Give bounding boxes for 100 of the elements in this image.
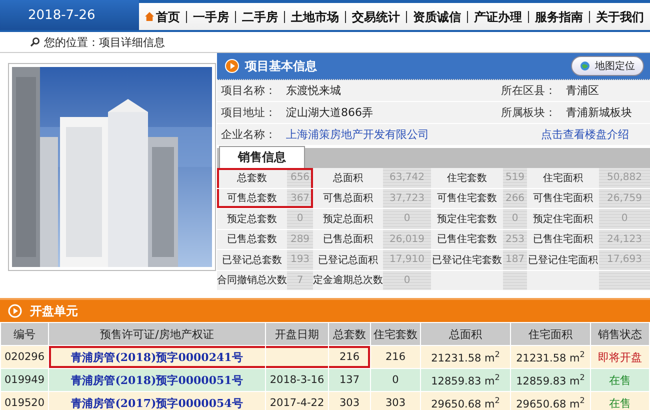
play-icon xyxy=(225,59,239,73)
table-cell: 020296 xyxy=(0,346,48,368)
search-icon xyxy=(30,37,40,47)
stat-value: 193 xyxy=(287,250,313,270)
stat-value: 289 xyxy=(287,230,313,250)
stat-label: 已售总套数 xyxy=(217,230,287,250)
stat-value: 266 xyxy=(503,188,527,209)
play-icon xyxy=(8,304,22,318)
table-cell: 019949 xyxy=(0,368,48,392)
stat-value: 0 xyxy=(287,209,313,230)
stat-label: 已登记总面积 xyxy=(313,250,383,270)
permit-link[interactable]: 青浦房管(2018)预字0000051号 xyxy=(48,368,266,392)
nav-link[interactable]: 首页 xyxy=(139,10,186,22)
stat-value: 63,742 xyxy=(383,168,431,188)
table-cell: 2017-4-22 xyxy=(266,392,328,410)
column-header: 住宅面积 xyxy=(510,322,590,346)
field-label: 所属板块： xyxy=(501,105,556,120)
stat-value: 26,019 xyxy=(383,230,431,250)
field-link[interactable]: 上海浦策房地产开发有限公司 xyxy=(286,127,429,142)
column-header: 总面积 xyxy=(420,322,510,346)
table-cell: 12859.83 m$^{2}$ xyxy=(510,368,590,392)
nav-link[interactable]: 交易统计 xyxy=(345,10,406,22)
home-icon xyxy=(145,12,154,21)
stat-label: 已登记总套数 xyxy=(217,250,287,270)
sales-status: 即将开盘 xyxy=(590,346,650,368)
nav-link[interactable]: 关于我们 xyxy=(589,10,650,22)
stat-label: 预定总面积 xyxy=(313,209,383,230)
stat-value: 37,723 xyxy=(383,188,431,209)
table-cell: 0 xyxy=(370,368,420,392)
stat-label: 已登记住宅套数 xyxy=(431,250,503,270)
stat-value: 253 xyxy=(503,230,527,250)
permit-link[interactable]: 青浦房管(2017)预字0000054号 xyxy=(48,392,266,410)
table-cell: 216 xyxy=(370,346,420,368)
stat-label: 可售总面积 xyxy=(313,188,383,209)
stat-value: 0 xyxy=(599,209,650,230)
table-cell: 303 xyxy=(328,392,370,410)
stat-label: 已登记住宅面积 xyxy=(527,250,599,270)
sales-status: 在售 xyxy=(590,368,650,392)
stat-label: 已售总面积 xyxy=(313,230,383,250)
stat-value: 656 xyxy=(287,168,313,188)
stat-label: 住宅面积 xyxy=(527,168,599,188)
stat-value: 17,910 xyxy=(383,250,431,270)
section-title: 项目基本信息 xyxy=(245,58,318,74)
stat-label: 预定总套数 xyxy=(217,209,287,230)
nav-link[interactable]: 二手房 xyxy=(235,10,284,22)
table-cell: 21231.58 m$^{2}$ xyxy=(420,346,510,368)
stat-value: 17,693 xyxy=(599,250,650,270)
field-value: 青浦新城板块 xyxy=(566,105,632,120)
column-header: 总套数 xyxy=(328,322,370,346)
stat-value: 50,882 xyxy=(599,168,650,188)
nav-link[interactable]: 一手房 xyxy=(186,10,235,22)
field-label: 企业名称： xyxy=(221,127,276,142)
column-header: 编号 xyxy=(0,322,48,346)
nav-link[interactable]: 产证办理 xyxy=(467,10,528,22)
stat-label: 总套数 xyxy=(217,168,287,188)
field-link[interactable]: 点击查看楼盘介绍 xyxy=(501,127,629,142)
stat-label: 合同撤销总次数 xyxy=(217,270,287,291)
table-cell: 2018-3-16 xyxy=(266,368,328,392)
table-cell: 019520 xyxy=(0,392,48,410)
nav-link[interactable]: 资质诚信 xyxy=(406,10,467,22)
date-label: 2018-7-26 xyxy=(28,8,96,22)
column-header: 预售许可证/房地产权证 xyxy=(48,322,266,346)
stat-value: 0 xyxy=(503,209,527,230)
tab[interactable]: 销售信息 xyxy=(219,146,305,168)
stat-label: 可售总套数 xyxy=(217,188,287,209)
stat-value: 187 xyxy=(503,250,527,270)
field-value: 青浦区 xyxy=(566,83,599,98)
table-cell: 21231.58 m$^{2}$ xyxy=(510,346,590,368)
column-header: 住宅套数 xyxy=(370,322,420,346)
table-cell: 303 xyxy=(370,392,420,410)
stat-label: 住宅套数 xyxy=(431,168,503,188)
stat-label: 预定住宅面积 xyxy=(527,209,599,230)
stat-label: 已售住宅套数 xyxy=(431,230,503,250)
map-button[interactable]: 地图定位 xyxy=(571,56,644,76)
table-cell: 12859.83 m$^{2}$ xyxy=(420,368,510,392)
table-cell: 29650.68 m$^{2}$ xyxy=(420,392,510,410)
nav-link[interactable]: 土地市场 xyxy=(284,10,345,22)
table-cell: 216 xyxy=(328,346,370,368)
table-cell: 29650.68 m$^{2}$ xyxy=(510,392,590,410)
stat-label: 预定住宅套数 xyxy=(431,209,503,230)
stat-label: 可售住宅面积 xyxy=(527,188,599,209)
stat-value: 519 xyxy=(503,168,527,188)
stat-value: 7 xyxy=(287,270,313,291)
column-header: 销售状态 xyxy=(590,322,650,346)
stat-label: 已售住宅面积 xyxy=(527,230,599,250)
stat-value: 0 xyxy=(383,209,431,230)
table-cell: 137 xyxy=(328,368,370,392)
stat-value: 26,759 xyxy=(599,188,650,209)
section-title: 开盘单元 xyxy=(30,302,78,320)
stat-label: 总面积 xyxy=(313,168,383,188)
stat-value: 24,123 xyxy=(599,230,650,250)
stat-value: 0 xyxy=(383,270,431,291)
field-label: 项目地址： xyxy=(221,105,276,120)
nav-link[interactable]: 服务指南 xyxy=(528,10,589,22)
permit-link[interactable]: 青浦房管(2018)预字0000241号 xyxy=(48,346,266,368)
stat-label: 定金逾期总次数 xyxy=(313,270,383,291)
sales-status: 在售 xyxy=(590,392,650,410)
column-header: 开盘日期 xyxy=(266,322,328,346)
field-value: 淀山湖大道866弄 xyxy=(286,105,373,120)
field-value: 东渡悦来城 xyxy=(286,83,341,98)
